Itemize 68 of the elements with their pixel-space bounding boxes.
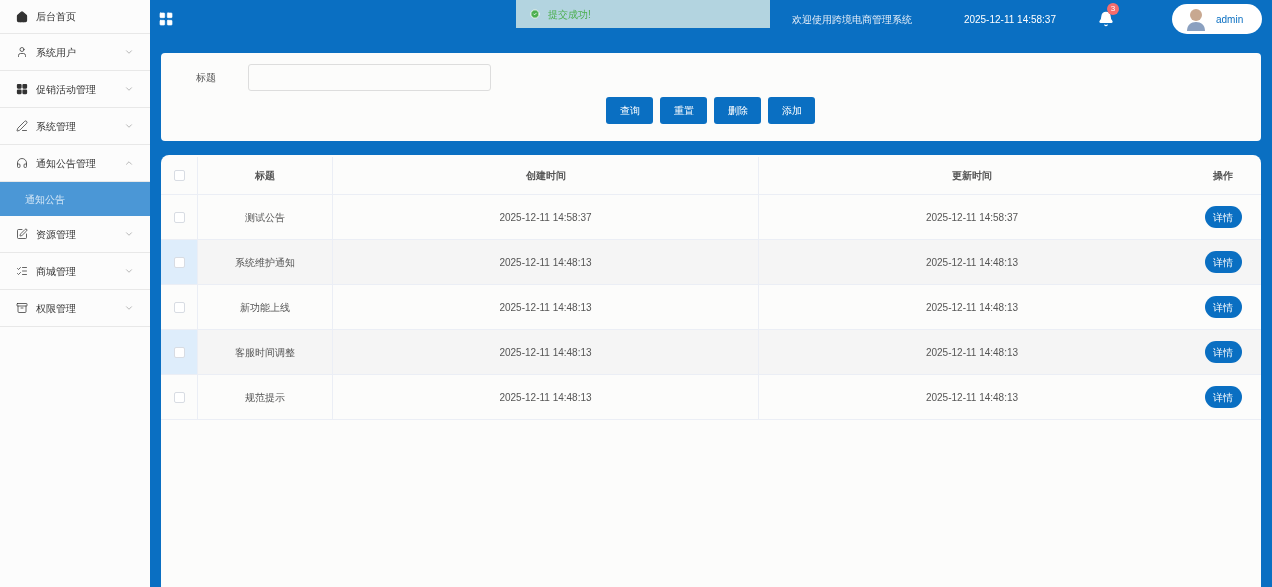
- sidebar-subitem[interactable]: 通知公告: [0, 182, 150, 216]
- header-title: 欢迎使用跨境电商管理系统: [792, 12, 912, 27]
- title-input-field[interactable]: [248, 64, 491, 91]
- column-header: 操作: [1212, 169, 1234, 183]
- action-button[interactable]: 重置: [660, 97, 707, 124]
- sidebar-item[interactable]: 后台首页: [0, 0, 150, 34]
- table-cell-text: 2025-12-11 14:48:13: [925, 390, 1019, 405]
- detail-button[interactable]: 详情: [1204, 341, 1242, 363]
- table-cell-text: 2025-12-11 14:58:37: [925, 210, 1019, 225]
- detail-button[interactable]: 详情: [1204, 251, 1242, 273]
- chevron-down-icon: [124, 121, 134, 131]
- table-cell-text: 新功能上线: [240, 300, 290, 315]
- edit-icon: [16, 228, 28, 240]
- checkbox[interactable]: [173, 211, 185, 223]
- action-button[interactable]: 删除: [714, 97, 761, 124]
- field-label: 标题: [196, 71, 216, 85]
- grid-icon: [16, 83, 28, 95]
- user-menu[interactable]: admin: [1172, 4, 1262, 34]
- sidebar-item[interactable]: 促销活动管理: [0, 71, 150, 108]
- table-cell-text: 测试公告: [245, 210, 285, 225]
- column-header: 创建时间: [333, 157, 759, 194]
- pen-icon: [16, 120, 28, 132]
- table-cell-text: 2025-12-11 14:48:13: [499, 300, 592, 315]
- headphones-icon: [16, 157, 28, 169]
- checkbox[interactable]: [173, 301, 185, 313]
- action-button[interactable]: 添加: [768, 97, 815, 124]
- detail-button[interactable]: 详情: [1204, 206, 1242, 228]
- checkbox[interactable]: [173, 256, 185, 268]
- chevron-down-icon: [124, 47, 134, 57]
- chevron-down-icon: [124, 84, 134, 94]
- chevron-down-icon: [124, 303, 134, 313]
- column-header: 更新时间: [951, 169, 993, 183]
- avatar-silhouette-icon: [1186, 7, 1206, 31]
- header-datetime: 2025-12-11 14:58:37: [963, 12, 1056, 27]
- table-cell-text: 2025-12-11 14:48:13: [499, 390, 592, 405]
- grid-menu-icon[interactable]: [158, 11, 174, 27]
- checklist-icon: [16, 265, 28, 277]
- sidebar-item[interactable]: 商城管理: [0, 253, 150, 290]
- sidebar-item[interactable]: 资源管理: [0, 216, 150, 253]
- table-cell-text: 2025-12-11 14:48:13: [499, 345, 592, 360]
- sidebar-item[interactable]: 系统用户: [0, 34, 150, 71]
- chevron-up-icon: [124, 158, 134, 168]
- detail-button[interactable]: 详情: [1204, 386, 1242, 408]
- sidebar-item[interactable]: 权限管理: [0, 290, 150, 327]
- table-cell-text: 2025-12-11 14:48:13: [925, 345, 1019, 360]
- bell-icon[interactable]: [1098, 11, 1114, 27]
- notification-badge: 3: [1107, 3, 1119, 15]
- checkbox[interactable]: [173, 391, 185, 403]
- home-icon: [16, 10, 28, 23]
- column-header: 标题: [198, 157, 333, 194]
- table-cell-text: 2025-12-11 14:48:13: [499, 255, 592, 270]
- sidebar-item[interactable]: 系统管理: [0, 108, 150, 145]
- table-cell-text: 2025-12-11 14:58:37: [499, 210, 592, 225]
- table-cell-text: 2025-12-11 14:48:13: [925, 300, 1019, 315]
- toast: 提交成功!: [516, 0, 770, 28]
- archive-icon: [16, 302, 28, 314]
- chevron-down-icon: [124, 229, 134, 239]
- user-icon: [16, 46, 28, 58]
- checkbox[interactable]: [173, 170, 185, 181]
- success-icon: [530, 9, 540, 19]
- action-button[interactable]: 查询: [606, 97, 653, 124]
- table-cell-text: 规范提示: [245, 390, 285, 405]
- chevron-down-icon: [124, 266, 134, 276]
- table-cell-text: 客服时间调整: [235, 345, 295, 360]
- table-cell-text: 2025-12-11 14:48:13: [925, 255, 1019, 270]
- checkbox[interactable]: [173, 346, 185, 358]
- detail-button[interactable]: 详情: [1204, 296, 1242, 318]
- table-cell-text: 系统维护通知: [235, 255, 295, 270]
